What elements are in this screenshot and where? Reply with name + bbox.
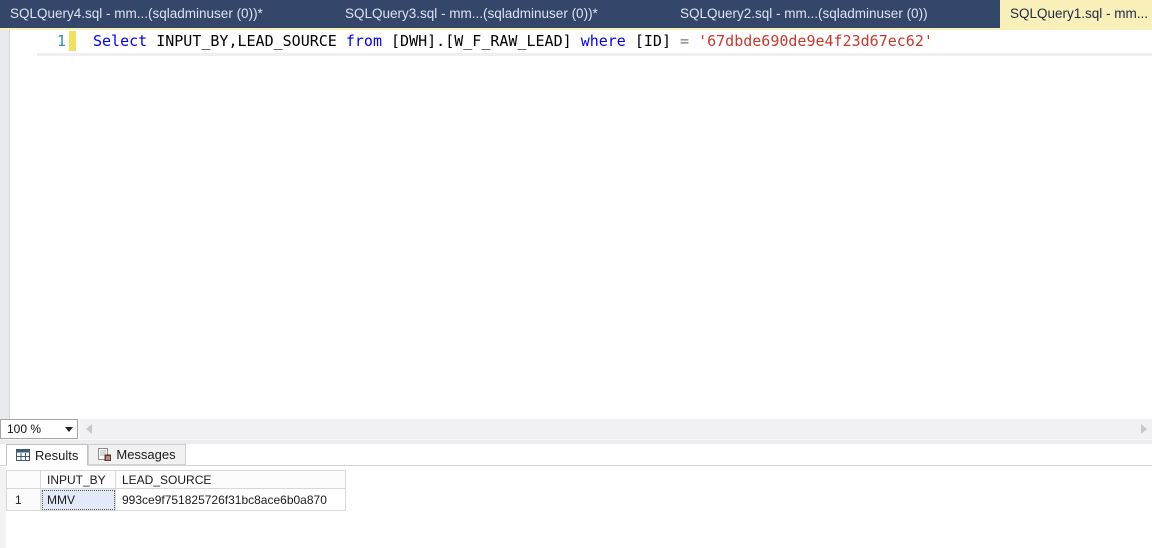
- sql-token-keyword: from: [345, 32, 382, 50]
- tab-sqlquery2[interactable]: SQLQuery2.sql - mm...(sqladminuser (0)): [670, 0, 1000, 28]
- grid-cell-input-by[interactable]: MMV: [41, 489, 116, 511]
- editor-indicator-margin: [0, 30, 10, 419]
- tab-sqlquery4[interactable]: SQLQuery4.sql - mm...(sqladminuser (0))*: [0, 0, 335, 28]
- results-tab-strip: Results Messages: [0, 444, 1152, 466]
- sql-token-keyword: Select: [93, 32, 148, 50]
- tab-messages-label: Messages: [116, 447, 176, 462]
- ssms-window: SQLQuery4.sql - mm...(sqladminuser (0))*…: [0, 0, 1152, 548]
- sql-statement[interactable]: Select INPUT_BY,LEAD_SOURCE from [DWH].[…: [93, 31, 933, 51]
- sql-token-column: [ID]: [625, 32, 681, 50]
- sql-token-table: [DWH].[W_F_RAW_LEAD]: [382, 32, 581, 50]
- sql-editor-surface[interactable]: 1 Select INPUT_BY,LEAD_SOURCE from [DWH]…: [0, 30, 1152, 419]
- dropdown-arrow-icon[interactable]: [61, 426, 77, 432]
- sql-token-string: '67dbde690de9e4f23d67ec62': [698, 32, 933, 50]
- grid-cell-lead-source[interactable]: 993ce9f751825726f31bc8ace6b0a870: [116, 489, 346, 511]
- grid-corner-header[interactable]: [7, 471, 41, 489]
- tab-sqlquery1-active[interactable]: SQLQuery1.sql - mm...: [1000, 0, 1152, 28]
- change-tracking-bar: [69, 31, 76, 51]
- column-header-lead-source[interactable]: LEAD_SOURCE: [116, 471, 346, 489]
- zoom-level-dropdown[interactable]: 100 %: [0, 419, 78, 439]
- tab-results[interactable]: Results: [6, 444, 89, 466]
- sql-token-keyword: where: [580, 32, 626, 50]
- results-panel: Results Messages INPUT_BY LEAD_SOURCE 1 …: [0, 444, 1152, 548]
- line-number: 1: [56, 32, 66, 50]
- messages-icon: [98, 448, 112, 461]
- sql-token-columns: INPUT_BY,LEAD_SOURCE: [147, 32, 346, 50]
- code-line-1: 1 Select INPUT_BY,LEAD_SOURCE from [DWH]…: [0, 31, 1152, 51]
- scroll-right-icon[interactable]: [1135, 419, 1152, 439]
- tab-results-label: Results: [35, 447, 79, 463]
- results-grid: INPUT_BY LEAD_SOURCE 1 MMV 993ce9f751825…: [6, 470, 346, 511]
- results-grid-icon: [16, 449, 30, 461]
- zoom-level-value: 100 %: [7, 422, 42, 436]
- tab-messages[interactable]: Messages: [88, 444, 186, 465]
- scroll-left-icon[interactable]: [80, 419, 97, 439]
- editor-horizontal-scrollbar[interactable]: [80, 419, 1152, 439]
- editor-line-shadow: [37, 53, 1152, 56]
- tab-sqlquery3[interactable]: SQLQuery3.sql - mm...(sqladminuser (0))*: [335, 0, 670, 28]
- document-tab-bar: SQLQuery4.sql - mm...(sqladminuser (0))*…: [0, 0, 1152, 28]
- row-header-1[interactable]: 1: [7, 489, 41, 511]
- sql-token-operator: =: [680, 32, 699, 50]
- editor-bottom-bar: 100 %: [0, 419, 1152, 440]
- column-header-input-by[interactable]: INPUT_BY: [41, 471, 116, 489]
